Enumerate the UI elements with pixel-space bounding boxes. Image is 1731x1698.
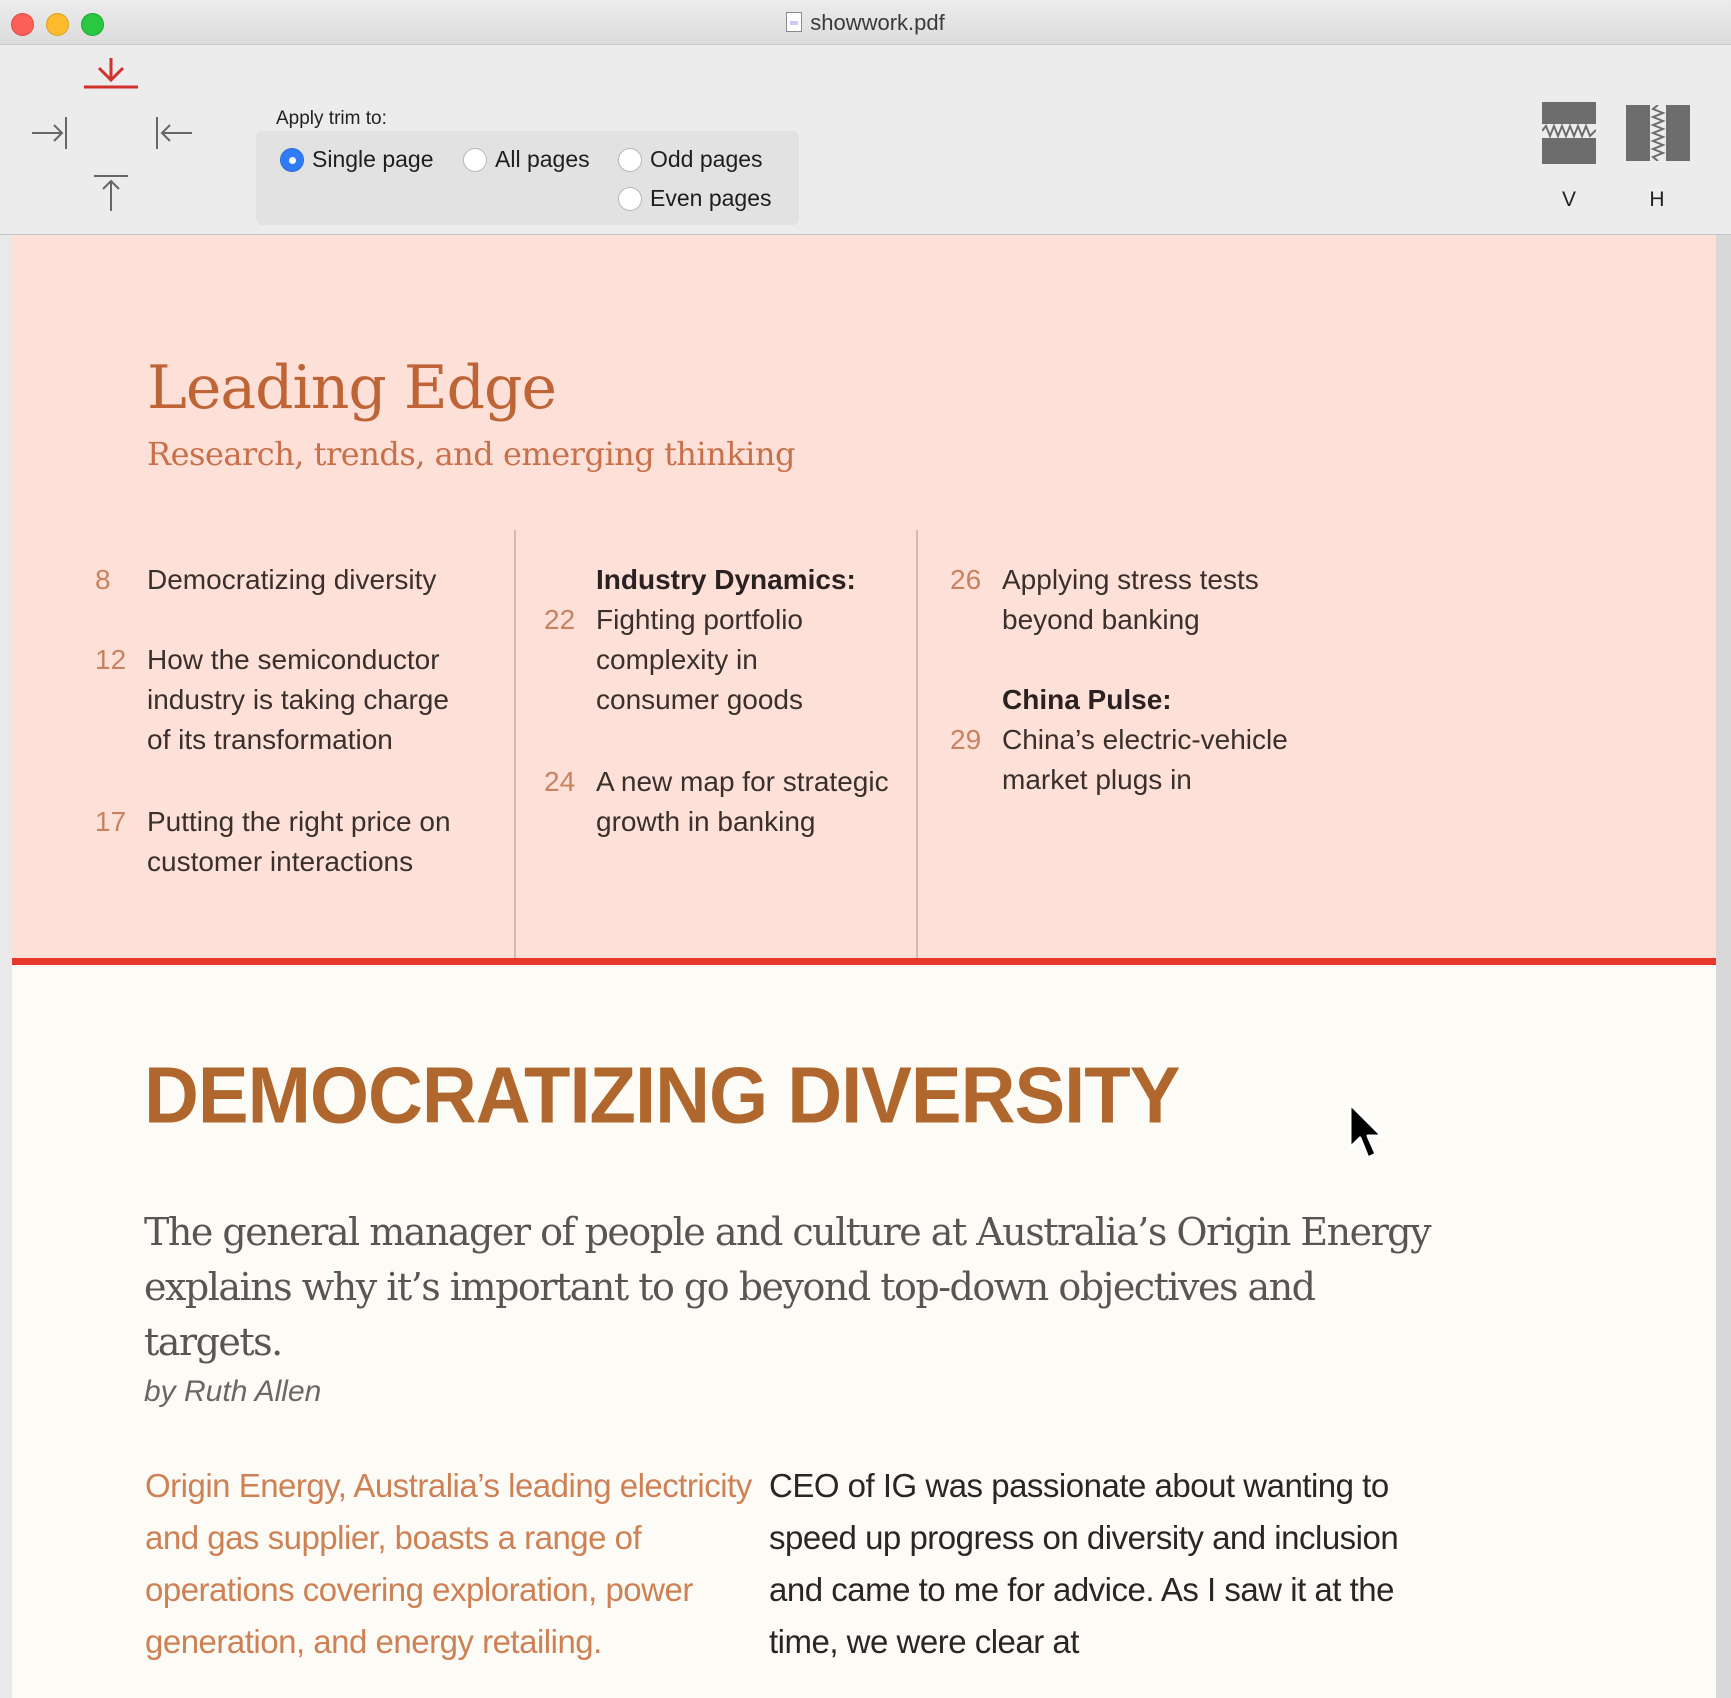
window-title: showwork.pdf [0, 10, 1731, 36]
toc-page-number: 12 [95, 644, 127, 675]
toc-item-text: A new map for strategic growth in bankin… [596, 766, 889, 837]
toc-item-text: Applying stress tests beyond banking [1002, 564, 1259, 635]
scrollbar[interactable] [1716, 235, 1731, 1698]
apply-trim-label: Apply trim to: [276, 108, 387, 129]
pdf-page[interactable]: Leading Edge Research, trends, and emerg… [12, 235, 1716, 1698]
split-vertical-button[interactable] [1541, 102, 1597, 169]
radio-label: Even pages [650, 185, 772, 211]
toc-item-text: Democratizing diversity [147, 564, 437, 595]
window-title-text: showwork.pdf [810, 10, 945, 35]
leading-edge-section: Leading Edge Research, trends, and emerg… [12, 235, 1716, 958]
pdf-view[interactable]: Leading Edge Research, trends, and emerg… [0, 235, 1731, 1698]
pdf-document-icon [786, 12, 803, 32]
toc-page-number: 8 [95, 564, 111, 595]
article-body: CEO of IG was passionate about wanting t… [769, 1467, 1399, 1660]
article-intro: Origin Energy, Australia’s leading elect… [145, 1467, 752, 1660]
split-horizontal-button[interactable] [1626, 104, 1690, 166]
radio-even-pages[interactable]: Even pages [618, 185, 771, 212]
trim-line-indicator[interactable] [12, 958, 1716, 965]
title-bar: showwork.pdf [0, 0, 1731, 45]
trim-right-icon[interactable] [154, 115, 194, 151]
trim-toolbar: Apply trim to: Single page All pages Odd… [0, 45, 1731, 235]
mouse-cursor-icon [1348, 1102, 1388, 1173]
trim-bottom-icon[interactable] [82, 55, 140, 91]
radio-selected-indicator [280, 147, 304, 172]
article-deck: The general manager of people and cultur… [144, 1210, 1432, 1364]
radio-indicator [463, 147, 487, 172]
split-horizontal-icon [1626, 104, 1690, 162]
split-vertical-icon [1541, 102, 1597, 164]
section-title: Leading Edge [147, 353, 557, 423]
toc-item-text: How the semiconductor industry is taking… [147, 644, 449, 755]
radio-single-page[interactable]: Single page [280, 146, 434, 173]
radio-odd-pages[interactable]: Odd pages [618, 146, 763, 173]
radio-label: Single page [312, 146, 434, 172]
toc-group-heading: China Pulse: [1002, 684, 1172, 715]
radio-label: All pages [495, 146, 590, 172]
article-title: DEMOCRATIZING DIVERSITY [144, 1051, 1180, 1141]
toc-group-heading: Industry Dynamics: [596, 564, 856, 595]
toc-page-number: 24 [544, 766, 576, 797]
toc-page-number: 29 [950, 724, 982, 755]
toc-page-number: 22 [544, 604, 576, 635]
section-subtitle: Research, trends, and emerging thinking [147, 435, 795, 473]
toc-item-text: Fighting portfolio complexity in consume… [596, 604, 804, 715]
split-vertical-label: V [1561, 188, 1576, 211]
column-divider [514, 530, 516, 958]
split-horizontal-label: H [1649, 188, 1665, 211]
article-byline: by Ruth Allen [144, 1375, 322, 1408]
radio-indicator [618, 186, 642, 211]
apply-trim-radio-group: Single page All pages Odd pages Even pag… [256, 131, 799, 225]
trim-top-icon[interactable] [92, 173, 130, 213]
toc-item-text: China’s electric-vehicle market plugs in [1002, 724, 1288, 795]
toc-item-text: Putting the right price on customer inte… [147, 806, 451, 877]
radio-indicator [618, 147, 642, 172]
radio-all-pages[interactable]: All pages [463, 146, 590, 173]
toc-page-number: 26 [950, 564, 982, 595]
trim-left-icon[interactable] [30, 115, 70, 151]
toc-page-number: 17 [95, 806, 127, 837]
radio-label: Odd pages [650, 146, 763, 172]
